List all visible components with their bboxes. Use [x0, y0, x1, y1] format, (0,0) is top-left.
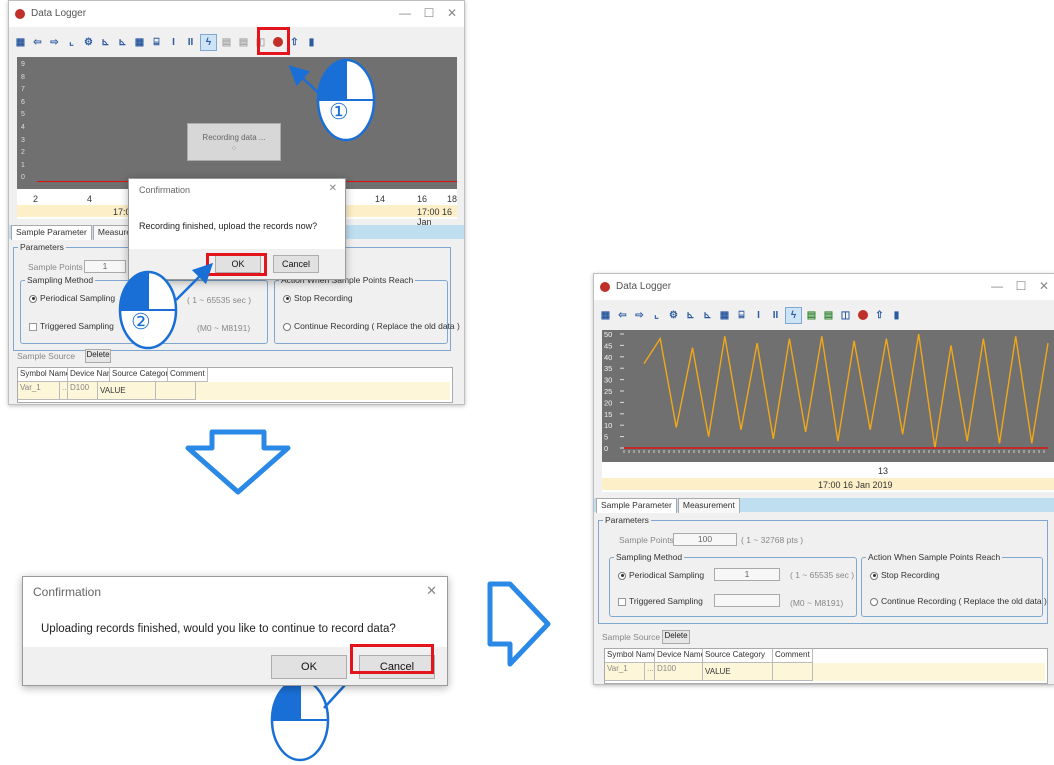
periodical-interval-input[interactable]: 1 — [714, 568, 780, 581]
time-label: 17:00 16 Jan 2019 — [818, 480, 893, 490]
sample-points-range: ( 1 ~ 32768 pts ) — [741, 535, 804, 545]
parameters-panel: Parameters Sample Points 100 ( 1 ~ 32768… — [598, 515, 1048, 624]
sampling-method-group: Sampling Method Periodical Sampling 1 ( … — [609, 552, 857, 617]
triggered-sampling-check[interactable]: Triggered Sampling — [618, 596, 703, 606]
y-tick-label: 45 — [604, 341, 612, 350]
app-icon — [600, 282, 610, 292]
tab-strip: Sample Parameter Measurement — [596, 498, 741, 513]
download-icon[interactable]: ▤ — [821, 308, 836, 323]
import-icon[interactable]: ⇦ — [615, 308, 630, 323]
window-title: Data Logger — [616, 281, 672, 292]
grid-icon[interactable]: ▦ — [717, 308, 732, 323]
sample-points-input[interactable]: 100 — [673, 533, 737, 546]
sample-source-label: Sample Source — [602, 632, 661, 642]
maximize-button[interactable]: ☐ — [1014, 279, 1028, 293]
axis-icon[interactable]: ⊾ — [683, 308, 698, 323]
table-header: Symbol Name Device Name Source Category … — [605, 649, 813, 663]
stop-recording-radio[interactable]: Stop Recording — [870, 570, 940, 580]
ok-button[interactable]: OK — [271, 655, 347, 679]
cursor-i-icon[interactable]: I — [751, 308, 766, 323]
right-arrow-icon — [487, 581, 551, 667]
delete-button[interactable]: Delete — [662, 630, 690, 644]
step-2-marker: ② — [131, 309, 151, 334]
series-line — [643, 333, 1049, 449]
monitor-icon[interactable]: ◫ — [838, 308, 853, 323]
y-tick-label: 30 — [604, 376, 612, 385]
down-arrow-icon — [185, 429, 291, 495]
triggered-range: (M0 ~ M8191) — [790, 598, 844, 608]
dialog-title: Confirmation — [33, 585, 102, 599]
close-button[interactable]: ✕ — [1037, 279, 1051, 293]
y-tick-label: 0 — [604, 444, 608, 453]
auto-scale-icon[interactable]: ϟ — [785, 306, 802, 324]
table-row[interactable]: Var_1 ... D100 VALUE — [605, 663, 1045, 681]
data-logger-window-result: Data Logger — ☐ ✕ ▦ ⇦ ⇨ ⌞ ⚙ ⊾ ⊾ ▦ ⌸ I II… — [593, 273, 1054, 685]
time-axis: 13 17:00 16 Jan 2019 — [602, 462, 1054, 492]
periodical-sampling-radio[interactable]: Periodical Sampling — [618, 570, 704, 580]
export-icon[interactable]: ⇨ — [632, 308, 647, 323]
cursor-ii-icon[interactable]: II — [768, 308, 783, 323]
toolbar: ▦ ⇦ ⇨ ⌞ ⚙ ⊾ ⊾ ▦ ⌸ I II ϟ ▤ ▤ ◫ ⇧ ▮ — [598, 304, 904, 326]
line-chart-icon[interactable]: ⌞ — [649, 308, 664, 323]
periodical-range: ( 1 ~ 65535 sec ) — [790, 570, 855, 580]
y-tick-label: 15 — [604, 410, 612, 419]
plc-upload-icon[interactable]: ⇧ — [872, 308, 887, 323]
record-icon[interactable] — [855, 308, 870, 323]
title-bar: Data Logger — ☐ ✕ — [594, 274, 1054, 300]
action-group: Action When Sample Points Reach Stop Rec… — [861, 552, 1047, 617]
plc-icon[interactable]: ▮ — [889, 308, 904, 323]
sample-points-label: Sample Points — [619, 535, 674, 545]
cancel-button-highlight — [350, 644, 434, 674]
y-tick-label: 10 — [604, 421, 612, 430]
trigger-device-input[interactable] — [714, 594, 780, 607]
source-table: Symbol Name Device Name Source Category … — [604, 648, 1048, 684]
parameters-group-label: Parameters — [603, 515, 651, 525]
x-tick: 13 — [878, 466, 889, 476]
tab-sample-parameter[interactable]: Sample Parameter — [596, 498, 677, 513]
cursor-icon[interactable]: ⌸ — [734, 308, 749, 323]
gear-icon[interactable]: ⚙ — [666, 308, 681, 323]
y-tick-label: 40 — [604, 353, 612, 362]
tab-measurement[interactable]: Measurement — [677, 498, 740, 513]
upload-icon[interactable]: ▤ — [804, 308, 819, 323]
dialog-message: Uploading records finished, would you li… — [41, 623, 396, 635]
y-tick-label: 20 — [604, 398, 612, 407]
axis-icon[interactable]: ⊾ — [700, 308, 715, 323]
save-icon[interactable]: ▦ — [598, 308, 613, 323]
y-tick-label: 25 — [604, 387, 612, 396]
y-tick-label: 50 — [604, 330, 612, 339]
dialog-close-button[interactable]: ✕ — [426, 583, 437, 599]
y-tick-label: 35 — [604, 364, 612, 373]
step-1-marker: ① — [329, 99, 349, 124]
line-chart: 50454035302520151050 — [604, 330, 1049, 453]
y-tick-label: 5 — [604, 433, 608, 442]
minimize-button[interactable]: — — [990, 279, 1004, 293]
chart-area: 50 45 40 35 30 25 20 15 10 5 0 — [602, 330, 1054, 462]
continue-recording-radio[interactable]: Continue Recording ( Replace the old dat… — [870, 596, 1047, 606]
